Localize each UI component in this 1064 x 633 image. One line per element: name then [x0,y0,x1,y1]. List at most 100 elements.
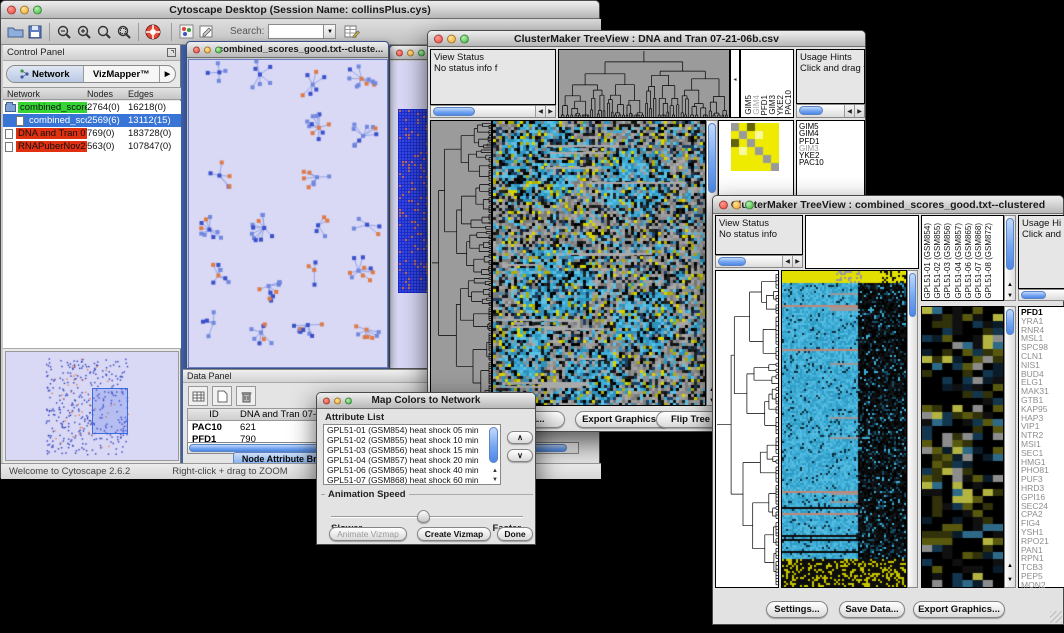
gene-label[interactable]: GPI16 [1021,493,1064,502]
zoom-window-icon[interactable] [745,200,754,209]
gene-label[interactable]: HRD3 [1021,484,1064,493]
gene-label[interactable]: GIM4 [799,130,864,137]
tv1-heatmap[interactable] [492,120,706,406]
gene-label[interactable]: HMG1 [1021,458,1064,467]
gene-label[interactable]: GIM3 [799,145,864,152]
close-icon[interactable] [323,397,330,404]
network-tree-row[interactable]: RNAPuberNov2+563(0)107847(0) [3,140,181,153]
scroll-left-icon[interactable]: ◀ [782,256,792,267]
birdseye-viewport-rect[interactable] [92,388,128,434]
zoom-in-icon[interactable] [74,22,94,42]
gene-label[interactable]: FIG4 [1021,519,1064,528]
zoom-window-icon[interactable] [418,49,425,56]
scroll-left-icon[interactable]: ◀ [535,106,545,117]
attribute-item[interactable]: GPL51-07 (GSM868) heat shock 60 min [324,475,500,485]
done-button[interactable]: Done [497,527,533,541]
minimize-icon[interactable] [204,46,211,53]
tv2-export-graphics-button[interactable]: Export Graphics... [913,601,1005,618]
gene-label[interactable]: VIP1 [1021,422,1064,431]
treeview2-titlebar[interactable]: ClusterMaker TreeView : combined_scores_… [713,196,1063,214]
gene-label[interactable]: MON2 [1021,581,1064,590]
help-ring-icon[interactable] [143,22,163,42]
close-icon[interactable] [396,49,403,56]
tv2-collabel-vscrollbar[interactable]: ▲ ▼ [1004,215,1016,301]
gene-label[interactable]: SPC98 [1021,343,1064,352]
attribute-item[interactable]: GPL51-06 (GSM865) heat shock 40 min [324,465,500,475]
col-edges[interactable]: Edges [128,89,181,99]
scroll-left-icon[interactable]: ◀ [844,105,854,117]
tab-network[interactable]: Network [7,66,84,82]
scroll-down-icon[interactable]: ▼ [1005,293,1015,299]
id-column-header[interactable]: ID [188,409,240,420]
birdseye-view[interactable] [5,351,179,461]
dialog-titlebar[interactable]: Map Colors to Network [317,393,535,409]
gene-label[interactable]: HAP3 [1021,414,1064,423]
scroll-up-icon[interactable]: ▲ [1005,563,1015,569]
tv2-save-data-button[interactable]: Save Data... [839,601,905,618]
attribute-item[interactable]: GPL51-01 (GSM854) heat shock 05 min [324,425,500,435]
close-icon[interactable] [434,34,443,43]
float-panel-icon[interactable] [167,48,176,57]
gene-label[interactable]: BUD4 [1021,370,1064,379]
col-nodes[interactable]: Nodes [87,89,128,99]
minimize-icon[interactable] [407,49,414,56]
open-session-button[interactable] [5,22,25,42]
tab-overflow-arrow[interactable]: ▶ [159,66,175,82]
gene-label[interactable]: TCB3 [1021,563,1064,572]
scroll-up-icon[interactable]: ▲ [492,468,498,474]
treeview1-titlebar[interactable]: ClusterMaker TreeView : DNA and Tran 07-… [428,31,865,47]
gene-label[interactable]: SEC1 [1021,449,1064,458]
delete-attribute-icon[interactable] [236,386,256,406]
speed-slider[interactable] [331,510,523,524]
gene-label[interactable]: SEC24 [1021,502,1064,511]
gene-label[interactable]: GIM5 [799,123,864,130]
scroll-down-icon[interactable]: ▼ [492,477,498,483]
list-scroll-thumb[interactable] [489,427,498,463]
gene-label[interactable]: ELG1 [1021,378,1064,387]
gene-label[interactable]: RPO21 [1021,537,1064,546]
attribute-table-icon[interactable] [188,386,208,406]
gene-label[interactable]: PFD1 [799,138,864,145]
network-tree-row[interactable]: DNA and Tran 07769(0)183728(0) [3,127,181,140]
gene-label[interactable]: PHO81 [1021,466,1064,475]
gene-label[interactable]: YRA1 [1021,317,1064,326]
gene-label[interactable]: YSH1 [1021,528,1064,537]
window-controls[interactable] [7,5,42,14]
tv2-heatmap[interactable] [781,270,907,588]
scroll-right-icon[interactable]: ▶ [792,256,802,267]
gene-label[interactable]: PUF3 [1021,475,1064,484]
scroll-down-icon[interactable]: ▼ [1005,577,1015,583]
attribute-item[interactable]: GPL51-04 (GSM857) heat shock 20 min [324,455,500,465]
zoom-window-icon[interactable] [345,397,352,404]
correlation-heatmap[interactable] [731,123,779,171]
gene-label[interactable]: RNR4 [1021,326,1064,335]
attribute-listbox[interactable]: ▲ ▼ GPL51-01 (GSM854) heat shock 05 minG… [323,424,501,485]
tv2-column-tree-area[interactable] [805,215,919,269]
search-dropdown-icon[interactable]: ▼ [324,24,336,39]
scroll-right-icon[interactable]: ▶ [854,105,864,117]
gene-label[interactable]: NIS1 [1021,361,1064,370]
zoom-window-icon[interactable] [460,34,469,43]
tv2-usage-scrollbar[interactable] [1018,289,1064,301]
network-list-empty[interactable] [3,153,181,349]
minimize-icon[interactable] [334,397,341,404]
scroll-up-icon[interactable]: ▲ [1005,282,1015,288]
attribute-item[interactable]: GPL51-03 (GSM856) heat shock 15 min [324,445,500,455]
tv2-heatmap-vscrollbar[interactable] [907,270,918,588]
attribute-editor-icon[interactable] [342,22,362,42]
gene-label[interactable]: MSL1 [1021,334,1064,343]
save-session-button[interactable] [25,22,45,42]
tv2-status-scrollbar[interactable]: ◀▶ [715,255,803,268]
create-vizmap-button[interactable]: Create Vizmap [417,527,491,541]
col-network[interactable]: Network [3,89,87,99]
move-down-button[interactable]: ∨ [507,449,533,462]
network-canvas-1[interactable] [188,59,388,368]
slider-thumb[interactable] [417,510,430,523]
gene-label[interactable]: PAC10 [799,159,864,166]
main-titlebar[interactable]: Cytoscape Desktop (Session Name: collins… [1,1,599,19]
network-tree-row[interactable]: combined_sco2569(6)13112(15) [3,114,181,127]
animate-vizmap-button[interactable]: Animate Vizmap [329,527,407,541]
tv1-column-dendrogram[interactable] [558,49,730,118]
attribute-item[interactable]: GPL51-02 (GSM855) heat shock 10 min [324,435,500,445]
gene-label[interactable]: PEP5 [1021,572,1064,581]
